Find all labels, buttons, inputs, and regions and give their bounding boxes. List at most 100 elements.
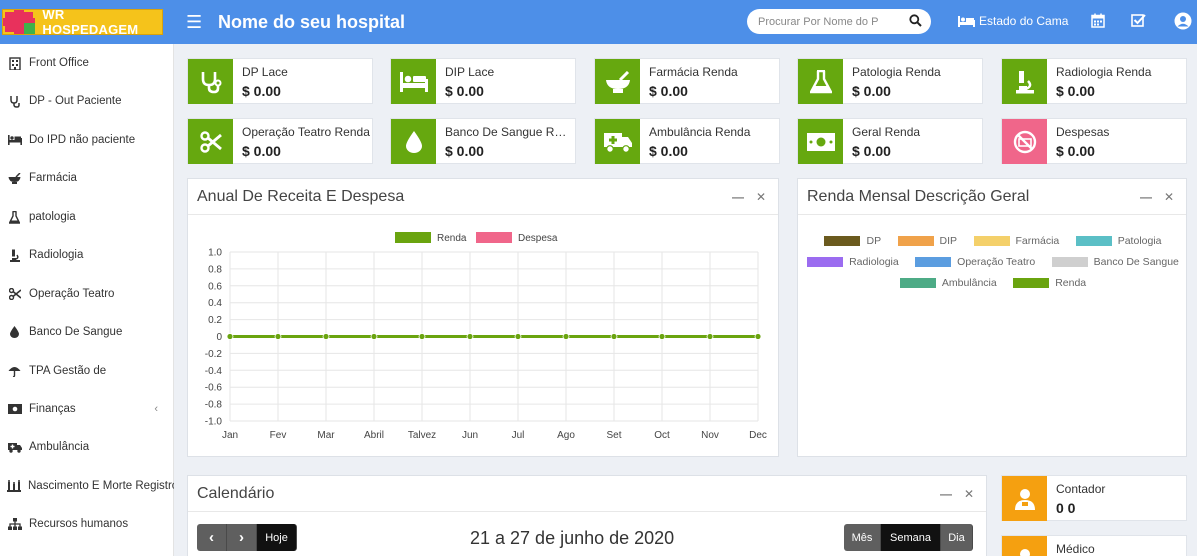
legend-label: Operação Teatro xyxy=(957,256,1036,268)
data-point xyxy=(466,333,474,340)
brand-logo[interactable]: WR HOSPEDAGEM xyxy=(2,7,163,37)
sidebar-item-ambulance[interactable]: Ambulância xyxy=(0,435,174,459)
sidebar-item-pharmacy[interactable]: Farmácia xyxy=(0,166,174,190)
legend-swatch xyxy=(476,232,512,243)
ambulance-icon xyxy=(595,119,640,164)
sidebar-item-blood-bank[interactable]: Banco De Sangue xyxy=(0,320,174,344)
sidebar-item-operation-theatre[interactable]: Operação Teatro xyxy=(0,282,174,306)
monthly-income-panel: Renda Mensal Descrição Geral — ✕ DP DIP F… xyxy=(797,178,1187,457)
money-icon xyxy=(7,402,22,416)
minimize-icon[interactable]: — xyxy=(732,190,744,204)
legend-swatch xyxy=(973,236,1010,246)
stat-card-pathology-income[interactable]: Patologia Renda $ 0.00 xyxy=(797,58,983,104)
sidebar-item-label: Radiologia xyxy=(29,249,84,261)
y-tick-label: 0.4 xyxy=(208,298,222,309)
stat-value: $ 0.00 xyxy=(242,83,281,99)
search-input[interactable] xyxy=(758,15,898,28)
stat-card-pharmacy-income[interactable]: Farmácia Renda $ 0.00 xyxy=(594,58,780,104)
stat-value: $ 0.00 xyxy=(445,143,484,159)
legend-swatch xyxy=(915,257,952,267)
calendar-icon[interactable] xyxy=(1091,13,1105,33)
stat-value: $ 0.00 xyxy=(649,83,688,99)
view-day-button[interactable]: Dia xyxy=(941,524,973,551)
sidebar-item-tpa[interactable]: TPA Gestão de xyxy=(0,359,174,383)
minimize-icon[interactable]: — xyxy=(940,487,952,501)
stethoscope-icon xyxy=(7,94,22,108)
bed-status-link[interactable]: Estado do Cama xyxy=(958,14,1068,28)
close-icon[interactable]: ✕ xyxy=(1164,190,1174,204)
sidebar-item-birth-death[interactable]: Nascimento E Morte Registro xyxy=(0,474,174,498)
stat-value: $ 0.00 xyxy=(1056,143,1095,159)
legend-item[interactable]: Patologia xyxy=(1075,231,1162,251)
user-avatar-icon[interactable] xyxy=(1174,12,1192,35)
y-tick-label: 0.6 xyxy=(208,281,222,292)
stat-label: Patologia Renda xyxy=(852,65,941,79)
sidebar-item-pathology[interactable]: patologia xyxy=(0,205,174,229)
stat-card-general-income[interactable]: Geral Renda $ 0.00 xyxy=(797,118,983,164)
bed-icon xyxy=(391,59,436,104)
prev-week-button[interactable]: ‹ xyxy=(197,524,227,551)
staff-label: Contador xyxy=(1056,482,1106,496)
sidebar-item-opd[interactable]: DP - Out Paciente xyxy=(0,89,174,113)
legend-item[interactable]: DP xyxy=(824,231,881,251)
y-tick-label: 1.0 xyxy=(208,248,222,259)
user-icon xyxy=(1002,476,1047,521)
umbrella-icon xyxy=(7,364,22,378)
minimize-icon[interactable]: — xyxy=(1140,190,1152,204)
family-icon xyxy=(7,479,21,493)
legend-item[interactable]: Radiologia xyxy=(807,252,899,272)
legend-item[interactable]: Farmácia xyxy=(973,231,1059,251)
sidebar-item-finance[interactable]: Finanças ‹ xyxy=(0,397,174,421)
next-week-button[interactable]: › xyxy=(227,524,257,551)
sidebar-item-hr[interactable]: Recursos humanos xyxy=(0,512,174,536)
sidebar-item-label: Banco De Sangue xyxy=(29,326,123,338)
menu-toggle-icon[interactable]: ☰ xyxy=(186,12,204,33)
legend-swatch xyxy=(897,236,934,246)
stat-card-blood-bank-income[interactable]: Banco De Sangue Renda $ 0.00 xyxy=(390,118,576,164)
stat-card-ambulance-income[interactable]: Ambulância Renda $ 0.00 xyxy=(594,118,780,164)
chevron-left-icon: ‹ xyxy=(209,529,214,546)
staff-card-accountant[interactable]: Contador 0 0 xyxy=(1001,475,1187,521)
task-check-icon[interactable] xyxy=(1131,13,1146,33)
monthly-legend: DP DIP Farmácia Patologia Radiologia Ope… xyxy=(798,231,1188,294)
mortar-icon xyxy=(595,59,640,104)
close-icon[interactable]: ✕ xyxy=(964,487,974,501)
sidebar-item-radiology[interactable]: Radiologia xyxy=(0,243,174,267)
stat-value: $ 0.00 xyxy=(649,143,688,159)
stat-card-operation-theatre-income[interactable]: Operação Teatro Renda $ 0.00 xyxy=(187,118,373,164)
brand[interactable]: WR HOSPEDAGEM xyxy=(0,0,174,44)
legend-item[interactable]: DIP xyxy=(897,231,957,251)
staff-value: 0 0 xyxy=(1056,500,1076,516)
ambulance-icon xyxy=(7,440,22,454)
legend-item[interactable]: Operação Teatro xyxy=(915,252,1035,272)
stat-label: Despesas xyxy=(1056,125,1110,139)
stat-card-expenses[interactable]: Despesas $ 0.00 xyxy=(1001,118,1187,164)
sitemap-icon xyxy=(7,517,22,531)
sidebar-item-label: Operação Teatro xyxy=(29,288,115,300)
staff-label: Médico xyxy=(1056,542,1095,556)
search-icon[interactable] xyxy=(909,14,922,32)
close-icon[interactable]: ✕ xyxy=(756,190,766,204)
legend-item[interactable]: Ambulância xyxy=(899,273,997,293)
y-tick-label: -1.0 xyxy=(205,417,223,428)
staff-card-doctor[interactable]: Médico xyxy=(1001,535,1187,556)
legend-label: Renda xyxy=(1055,277,1087,289)
sidebar-item-label: patologia xyxy=(29,211,76,223)
bed-icon xyxy=(7,133,22,147)
view-week-button[interactable]: Semana xyxy=(881,524,941,551)
sidebar-item-label: Farmácia xyxy=(29,172,77,184)
sidebar-item-ipd[interactable]: Do IPD não paciente xyxy=(0,128,174,152)
view-month-button[interactable]: Mês xyxy=(844,524,881,551)
legend-item[interactable]: Banco De Sangue xyxy=(1051,252,1179,272)
data-point xyxy=(706,333,714,340)
stat-card-ipd-income[interactable]: DIP Lace $ 0.00 xyxy=(390,58,576,104)
stat-card-radiology-income[interactable]: Radiologia Renda $ 0.00 xyxy=(1001,58,1187,104)
today-button[interactable]: Hoje xyxy=(257,524,297,551)
annual-income-expense-panel: Anual De Receita E Despesa — ✕ Renda Despe… xyxy=(187,178,779,457)
sidebar-item-label: Recursos humanos xyxy=(29,518,129,530)
sidebar-item-front-office[interactable]: Front Office xyxy=(0,51,174,75)
page-title: Nome do seu hospital xyxy=(218,11,406,32)
legend-item[interactable]: Renda xyxy=(1013,273,1086,293)
stat-card-opd-income[interactable]: DP Lace $ 0.00 xyxy=(187,58,373,104)
y-tick-label: 0.2 xyxy=(208,315,222,326)
